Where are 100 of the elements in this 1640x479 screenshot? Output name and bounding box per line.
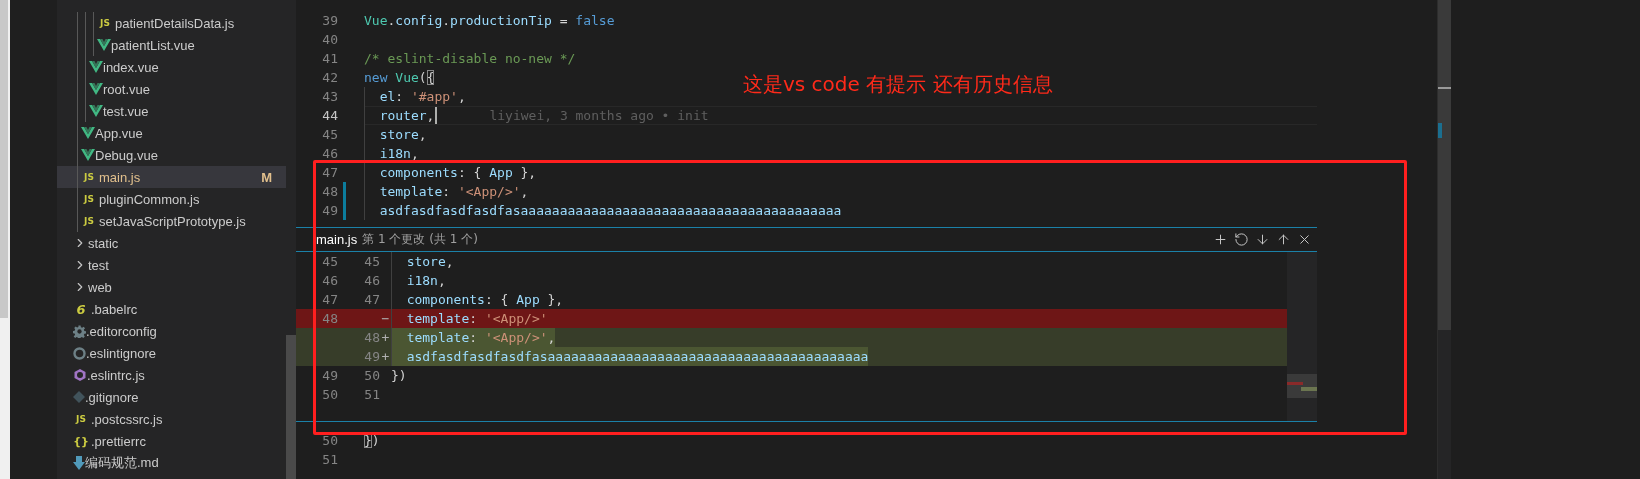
- code-line: components: { App },: [364, 162, 537, 182]
- vue-icon: [89, 83, 103, 95]
- line-number: 49: [321, 367, 338, 383]
- line-number: 49: [321, 202, 338, 218]
- line-number: 45: [321, 253, 338, 269]
- line-number: 40: [321, 31, 338, 47]
- code-line: Vue.config.productionTip = false: [364, 11, 615, 30]
- code-line: components: { App },: [391, 289, 564, 309]
- file-item[interactable]: .eslintignore: [57, 342, 286, 364]
- code-line: }): [364, 431, 380, 450]
- line-number: 47: [321, 291, 338, 307]
- js-icon: JS: [81, 191, 97, 207]
- gear-icon: [73, 324, 86, 338]
- scrollbar-thumb[interactable]: [286, 335, 296, 479]
- hexagon-icon: [73, 368, 87, 382]
- line-number: 51: [321, 451, 338, 467]
- file-item[interactable]: App.vue: [57, 122, 286, 144]
- code-line: template: '<App/>': [391, 308, 548, 328]
- vue-icon: [81, 127, 95, 139]
- peek-title: main.js: [316, 231, 358, 247]
- babel-icon: 6: [73, 301, 89, 317]
- code-line: template: '<App/>',: [364, 181, 529, 201]
- line-number: 50: [321, 432, 338, 448]
- diff-sign: +: [380, 329, 391, 345]
- code-line: router,: [364, 105, 435, 125]
- code-line: }): [391, 366, 407, 385]
- change-marker: [1438, 123, 1442, 138]
- plus-icon: [1212, 231, 1228, 247]
- cursor-marker: [1438, 87, 1451, 89]
- peek-summary: 第 1 个更改 (共 1 个): [362, 230, 478, 248]
- minimap-drawing: [1287, 373, 1317, 398]
- revert-button[interactable]: [1232, 230, 1250, 248]
- code-line: i18n,: [364, 143, 419, 163]
- file-item[interactable]: JS setJavaScriptPrototype.js: [57, 210, 286, 232]
- file-item[interactable]: 6 .babelrc: [57, 298, 286, 320]
- line-number: 51: [363, 386, 380, 402]
- vue-icon: [89, 61, 103, 73]
- file-item[interactable]: test.vue: [57, 100, 286, 122]
- file-item[interactable]: .gitignore: [57, 386, 286, 408]
- file-item[interactable]: patientList.vue: [57, 34, 286, 56]
- line-number: 42: [321, 69, 338, 85]
- line-number: 44: [321, 107, 338, 123]
- arrow-down-icon: [73, 456, 85, 470]
- line-number: 48: [363, 329, 380, 345]
- file-item[interactable]: index.vue: [57, 56, 286, 78]
- diff-sign: −: [380, 310, 391, 326]
- circle-icon: [73, 346, 86, 360]
- scrollbar-thumb[interactable]: [1438, 0, 1451, 330]
- line-number: 43: [321, 88, 338, 104]
- braces-icon: {}: [73, 433, 89, 449]
- vue-icon: [97, 39, 111, 51]
- line-number: 41: [321, 50, 338, 66]
- code-line: i18n,: [391, 270, 446, 290]
- line-number: 48: [321, 183, 338, 199]
- line-number: 45: [363, 253, 380, 269]
- line-number: 47: [321, 164, 338, 180]
- code-line: /* eslint-disable no-new */: [364, 49, 576, 68]
- file-item[interactable]: JS patientDetailsData.js: [57, 12, 286, 34]
- line-number: 45: [321, 126, 338, 142]
- folder-item[interactable]: static: [57, 232, 286, 254]
- git-status-label: M: [261, 169, 272, 185]
- vue-icon: [81, 149, 95, 161]
- code-line: asdfasdfasdfasdfasaaaaaaaaaaaaaaaaaaaaaaaaaaaaaaaaaaaaaaaaa: [364, 200, 842, 220]
- text-cursor: [435, 106, 438, 124]
- line-number: 47: [363, 291, 380, 307]
- file-item[interactable]: Debug.vue: [57, 144, 286, 166]
- folder-item[interactable]: test: [57, 254, 286, 276]
- js-icon: JS: [81, 213, 97, 229]
- code-line: new Vue({: [364, 68, 435, 87]
- file-item[interactable]: {} .prettierrc: [57, 430, 286, 452]
- arrow-down-icon: [1254, 231, 1270, 247]
- diff-sign: +: [380, 348, 391, 364]
- code-line: store,: [364, 124, 427, 144]
- line-number: 50: [363, 367, 380, 383]
- js-icon: JS: [73, 411, 89, 427]
- line-number: 46: [321, 145, 338, 161]
- revert-icon: [1233, 231, 1249, 247]
- scrollbar[interactable]: [1437, 0, 1451, 479]
- file-item[interactable]: 编码规范.md: [57, 452, 286, 474]
- vue-icon: [89, 105, 103, 117]
- js-icon: JS: [81, 169, 97, 185]
- file-item[interactable]: root.vue: [57, 78, 286, 100]
- file-item[interactable]: .eslintrc.js: [57, 364, 286, 386]
- line-number: 39: [321, 12, 338, 28]
- line-number: 46: [363, 272, 380, 288]
- file-item[interactable]: JS pluginCommon.js: [57, 188, 286, 210]
- line-number: 49: [363, 348, 380, 364]
- diamond-icon: [73, 391, 85, 403]
- annotation-text: 这是vs code 有提示 还有历史信息: [743, 71, 1053, 98]
- folder-item[interactable]: web: [57, 276, 286, 298]
- blame-annotation: liyiwei, 3 months ago • init: [489, 107, 709, 123]
- line-number: 46: [321, 272, 338, 288]
- file-item[interactable]: JS main.js M: [57, 166, 286, 188]
- line-number: 48: [321, 310, 338, 326]
- code-line: el: '#app',: [364, 86, 466, 106]
- file-item[interactable]: .editorconfig: [57, 320, 286, 342]
- file-item[interactable]: JS .postcssrc.js: [57, 408, 286, 430]
- line-number: 50: [321, 386, 338, 402]
- js-icon: JS: [97, 15, 113, 31]
- code-line: store,: [391, 251, 454, 271]
